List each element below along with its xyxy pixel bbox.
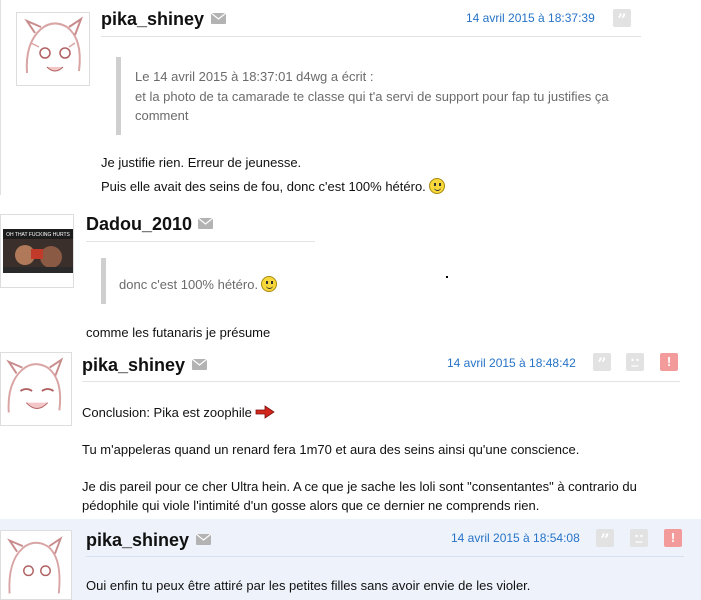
quote-block xyxy=(101,258,106,304)
message-line: Oui enfin tu peux être attiré par les pe… xyxy=(86,578,531,593)
avatar-caption: OH THAT FUCKING HURTS xyxy=(6,232,70,238)
quote-block xyxy=(116,57,121,135)
username[interactable]: Dadou_2010 xyxy=(86,214,192,235)
header-divider xyxy=(82,381,680,382)
message-line: pédophile qui viole l'intimité d'un goss… xyxy=(82,498,540,513)
post-date[interactable]: 14 avril 2015 à 18:48:42 xyxy=(447,356,576,370)
sad-face-icon[interactable] xyxy=(626,353,644,371)
post-border xyxy=(0,0,1,195)
smiley-icon xyxy=(261,276,278,292)
anime-avatar-icon xyxy=(24,16,84,74)
message-line: Je justifie rien. Erreur de jeunesse. xyxy=(101,155,302,170)
message-text: Conclusion: Pika est zoophile xyxy=(82,405,252,420)
username[interactable]: pika_shiney xyxy=(82,355,185,376)
avatar[interactable]: OH THAT FUCKING HURTS xyxy=(0,214,74,288)
mail-icon[interactable] xyxy=(192,359,207,370)
red-arrow-icon xyxy=(255,405,275,419)
mail-icon[interactable] xyxy=(196,534,211,545)
message-line: Conclusion: Pika est zoophile xyxy=(82,403,275,422)
message-line: Tu m'appeleras quand un renard fera 1m70… xyxy=(82,442,580,457)
header-divider xyxy=(86,556,684,557)
mail-icon[interactable] xyxy=(211,13,226,24)
quote-text: et la photo de ta camarade te classe qui… xyxy=(135,89,609,104)
quote-icon[interactable]: ” xyxy=(596,529,614,549)
message-text: Puis elle avait des seins de fou, donc c… xyxy=(101,179,426,194)
message-line: comme les futanaris je présume xyxy=(86,325,271,340)
sad-face-icon[interactable] xyxy=(630,529,648,547)
post-date[interactable]: 14 avril 2015 à 18:54:08 xyxy=(451,531,580,545)
header-divider xyxy=(101,36,641,37)
quote-text-content: donc c'est 100% hétéro. xyxy=(119,277,259,292)
anime-avatar-icon xyxy=(7,536,63,594)
anime-avatar-icon xyxy=(6,357,64,413)
quote-icon[interactable]: ” xyxy=(613,9,631,29)
message-line: Puis elle avait des seins de fou, donc c… xyxy=(101,177,445,196)
username[interactable]: pika_shiney xyxy=(86,530,189,551)
avatar[interactable] xyxy=(16,12,90,86)
mail-icon[interactable] xyxy=(198,218,213,229)
quote-text: donc c'est 100% hétéro. xyxy=(119,275,278,295)
username[interactable]: pika_shiney xyxy=(101,9,204,30)
photo-avatar-icon: OH THAT FUCKING HURTS xyxy=(3,229,73,273)
header-divider xyxy=(86,241,315,242)
alert-icon[interactable]: ! xyxy=(664,529,682,547)
quote-icon[interactable]: ” xyxy=(593,353,611,373)
avatar[interactable] xyxy=(0,352,72,426)
avatar[interactable] xyxy=(0,530,72,600)
quote-text: comment xyxy=(135,108,189,123)
alert-icon[interactable]: ! xyxy=(660,353,678,371)
post-date[interactable]: 14 avril 2015 à 18:37:39 xyxy=(466,11,595,25)
message-line: Je dis pareil pour ce cher Ultra hein. A… xyxy=(82,479,637,494)
quote-header: Le 14 avril 2015 à 18:37:01 d4wg a écrit… xyxy=(135,69,374,84)
stray-dot xyxy=(446,276,448,278)
smiley-icon xyxy=(428,178,445,194)
